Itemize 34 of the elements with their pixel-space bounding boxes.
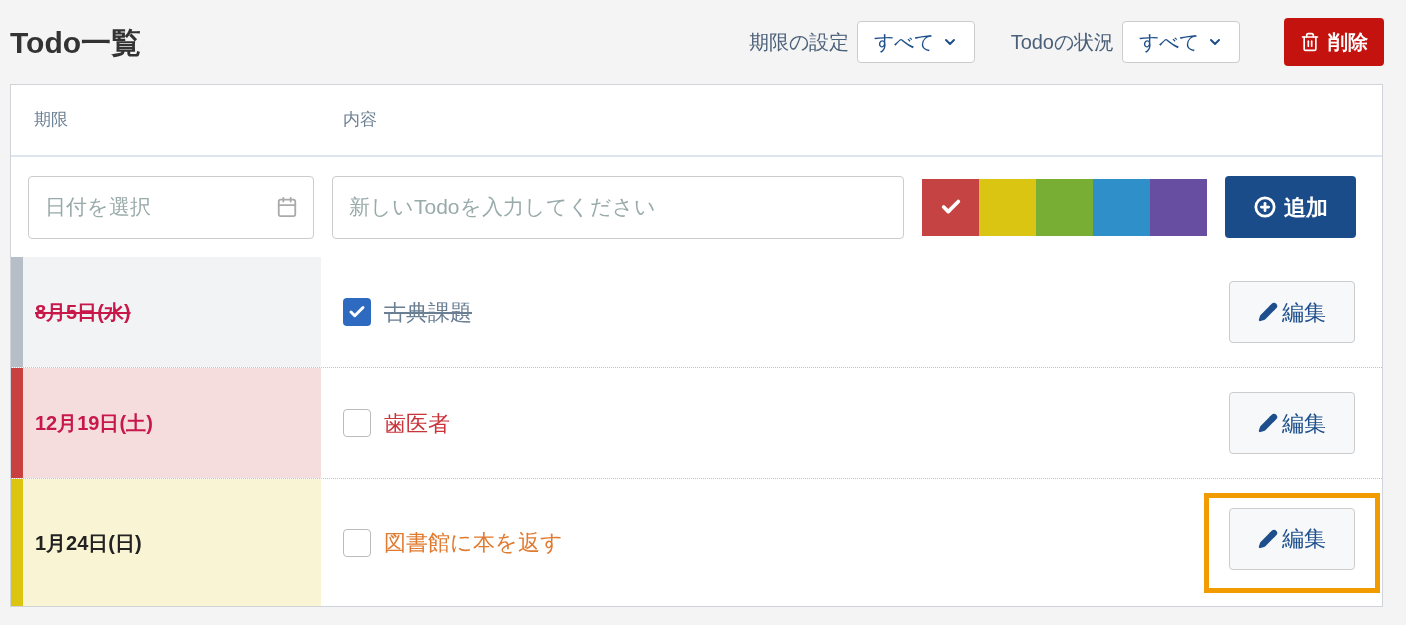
filter-dropdown[interactable]: すべて: [856, 21, 975, 63]
filter-label: 期限の設定: [748, 30, 849, 55]
date-field[interactable]: 日付を選択: [28, 175, 314, 239]
due-date: 12月19日(土): [35, 411, 153, 436]
plus-icon: [1253, 196, 1276, 218]
edit-button[interactable]: 編集: [1229, 392, 1355, 454]
page-title: Todo一覧: [10, 24, 142, 61]
todo-checkbox[interactable]: [343, 409, 371, 437]
column-header: 内容: [343, 109, 377, 132]
pencil-icon: [1258, 413, 1278, 433]
todo-text: 歯医者: [384, 409, 450, 438]
pencil-icon: [1258, 528, 1278, 549]
todo-checkbox[interactable]: [343, 298, 371, 326]
due-date: 1月24日(日): [35, 530, 142, 556]
todo-text: 古典課題: [384, 298, 472, 327]
color-swatch[interactable]: [1150, 178, 1207, 236]
due-date: 8月5日(水): [35, 300, 131, 325]
color-swatch[interactable]: [1036, 178, 1093, 236]
todo-checkbox[interactable]: [343, 528, 371, 557]
trash-icon: [1300, 32, 1320, 52]
delete-button[interactable]: 削除: [1284, 18, 1384, 66]
edit-button[interactable]: 編集: [1229, 281, 1355, 343]
filter-label: Todoの状況: [1010, 30, 1114, 55]
pencil-icon: [1258, 302, 1278, 322]
color-swatch[interactable]: [922, 178, 979, 236]
calendar-icon: [276, 195, 298, 218]
todo-input-field[interactable]: 新しいTodoを入力してください: [332, 175, 904, 239]
filter-dropdown[interactable]: すべて: [1122, 21, 1240, 63]
color-swatch[interactable]: [979, 178, 1036, 236]
column-header: 期限: [33, 109, 69, 132]
color-swatch[interactable]: [1093, 178, 1150, 236]
add-button[interactable]: 追加: [1225, 176, 1356, 238]
todo-text: 図書館に本を返す: [384, 529, 563, 557]
edit-button[interactable]: 編集: [1229, 507, 1355, 570]
